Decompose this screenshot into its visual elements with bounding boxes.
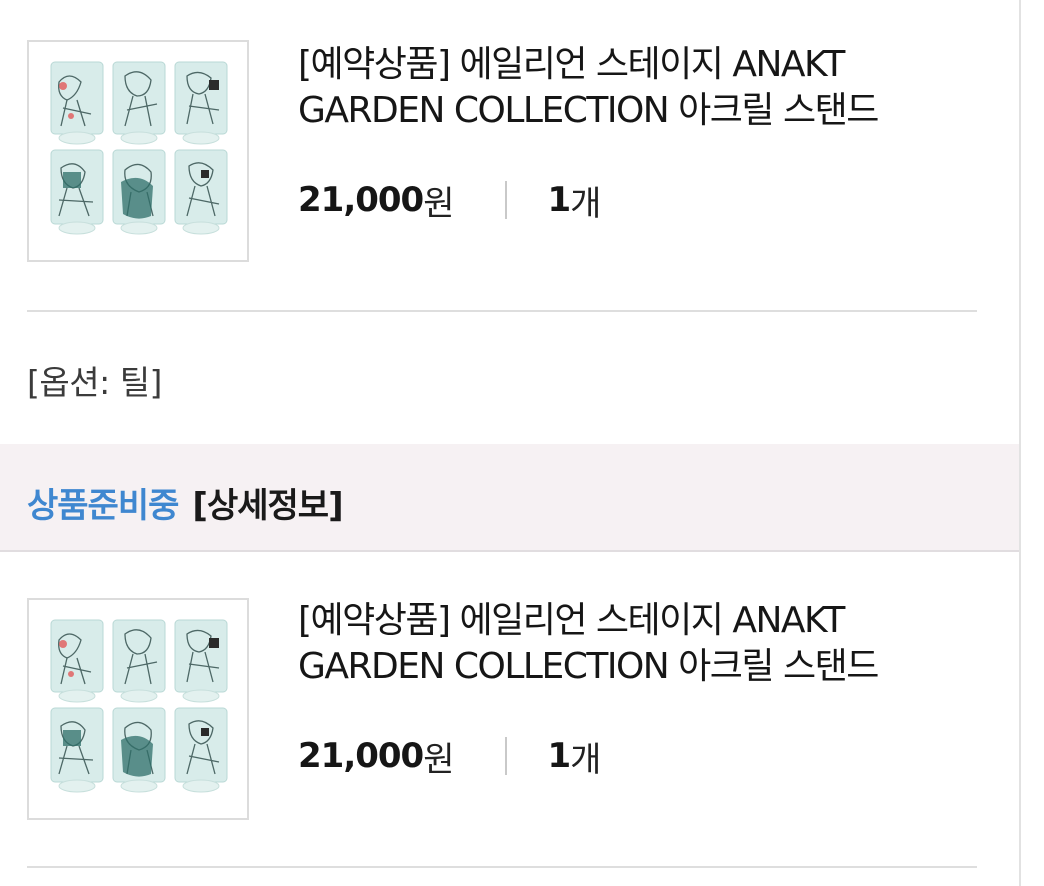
item-divider [27,866,977,868]
product-quantity: 1 [547,736,571,776]
acrylic-stand-image-icon [29,600,247,818]
product-price: 21,000 [298,736,424,776]
price-quantity-row: 21,000 원 1 개 [298,736,601,780]
price-unit: 원 [423,183,454,224]
order-status-label: 상품준비중 [27,486,179,526]
quantity-unit: 개 [570,739,601,780]
product-thumbnail[interactable] [27,598,249,820]
order-item-2[interactable]: [예약상품] 에일리언 스테이지 ANAKT GARDEN COLLECTION… [0,552,1019,870]
acrylic-stand-image-icon [29,42,247,260]
item-divider [27,310,977,312]
product-title[interactable]: [예약상품] 에일리언 스테이지 ANAKT GARDEN COLLECTION… [298,598,998,690]
order-status-bar: 상품준비중 [상세정보] [0,444,1019,552]
product-price: 21,000 [298,180,424,220]
order-item-1[interactable]: [예약상품] 에일리언 스테이지 ANAKT GARDEN COLLECTION… [0,0,1019,312]
detail-info-link[interactable]: [상세정보] [192,478,343,527]
price-quantity-separator [505,737,508,775]
product-title[interactable]: [예약상품] 에일리언 스테이지 ANAKT GARDEN COLLECTION… [298,42,998,134]
product-thumbnail[interactable] [27,40,249,262]
product-option: [옵션: 틸] [27,363,162,402]
product-quantity: 1 [547,180,571,220]
price-quantity-separator [505,181,508,219]
quantity-unit: 개 [570,183,601,224]
right-divider [1019,0,1021,886]
price-unit: 원 [423,739,454,780]
price-quantity-row: 21,000 원 1 개 [298,180,601,224]
